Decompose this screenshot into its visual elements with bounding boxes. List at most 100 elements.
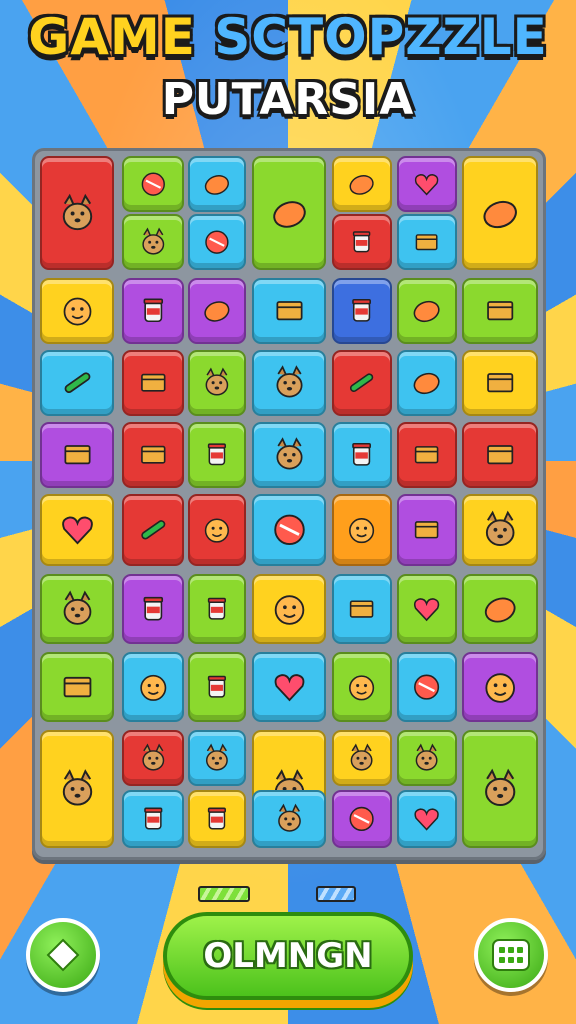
tile-cake-slice[interactable] bbox=[462, 278, 538, 344]
tile-pink-hair-girl[interactable] bbox=[252, 574, 326, 644]
tile-soda-can[interactable] bbox=[188, 422, 246, 488]
striped-ball-icon bbox=[141, 172, 165, 196]
bald-face-icon bbox=[485, 673, 515, 703]
tile-bread-loaf[interactable] bbox=[462, 574, 538, 644]
bread-loaf-icon bbox=[484, 597, 516, 623]
gift-box-icon bbox=[416, 233, 438, 250]
tile-gold-bird[interactable] bbox=[397, 730, 457, 786]
tile-fruit-pile[interactable] bbox=[252, 156, 326, 270]
tile-orange-ball[interactable] bbox=[332, 790, 392, 848]
tile-cheese-block[interactable] bbox=[252, 278, 326, 344]
tile-drink-cup[interactable] bbox=[332, 422, 392, 488]
tile-fox-character[interactable] bbox=[40, 156, 114, 270]
hint-button[interactable] bbox=[26, 918, 100, 992]
tile-green-face[interactable] bbox=[332, 652, 392, 722]
tile-cat-face[interactable] bbox=[252, 350, 326, 416]
black-wolf-icon bbox=[485, 510, 515, 547]
tile-green-stick[interactable] bbox=[40, 350, 114, 416]
red-check-icon bbox=[350, 373, 374, 393]
menu-button[interactable] bbox=[474, 918, 548, 992]
yellow-chick-icon bbox=[205, 367, 229, 396]
tile-pink-bird[interactable] bbox=[122, 730, 184, 786]
tile-green-marker[interactable] bbox=[122, 494, 184, 566]
tile-paint-can[interactable] bbox=[188, 790, 246, 848]
brown-dog-icon bbox=[63, 590, 91, 625]
tile-feather-warrior[interactable] bbox=[40, 730, 114, 848]
tile-orange-jar[interactable] bbox=[188, 652, 246, 722]
orange-vase-icon bbox=[414, 301, 440, 323]
tile-hat-person[interactable] bbox=[332, 494, 392, 566]
tile-orange-vase[interactable] bbox=[397, 278, 457, 344]
play-button[interactable]: OLMNGN bbox=[163, 912, 413, 1000]
tile-sun-face[interactable] bbox=[188, 494, 246, 566]
sandwich-icon bbox=[486, 373, 514, 393]
tile-tin-can[interactable] bbox=[188, 574, 246, 644]
tile-sandwich[interactable] bbox=[462, 350, 538, 416]
tile-bald-face[interactable] bbox=[462, 652, 538, 722]
tile-yellow-blob[interactable] bbox=[188, 156, 246, 212]
tile-striped-ball[interactable] bbox=[122, 156, 184, 212]
pink-bean-icon bbox=[414, 373, 440, 395]
tile-purple-cat[interactable] bbox=[252, 790, 326, 848]
tile-green-box[interactable] bbox=[462, 422, 538, 488]
tile-hotdog[interactable] bbox=[252, 422, 326, 488]
tile-brown-dog[interactable] bbox=[40, 574, 114, 644]
red-bow-icon bbox=[61, 516, 93, 545]
yellow-blob-icon bbox=[204, 174, 230, 195]
tile-gift-box[interactable] bbox=[397, 214, 457, 270]
gold-bird-icon bbox=[416, 743, 438, 771]
play-button-label: OLMNGN bbox=[203, 936, 373, 976]
fruit-pile-icon bbox=[272, 200, 306, 228]
tile-bucket[interactable] bbox=[122, 574, 184, 644]
tile-blue-snail[interactable] bbox=[188, 730, 246, 786]
tile-purple-note[interactable] bbox=[332, 574, 392, 644]
tile-target-pin[interactable] bbox=[252, 494, 326, 566]
heart-icon bbox=[415, 173, 439, 196]
tile-letter-stack[interactable] bbox=[40, 652, 114, 722]
tile-red-bow[interactable] bbox=[40, 494, 114, 566]
book-icon bbox=[140, 374, 166, 392]
tile-salad-bowl[interactable] bbox=[252, 652, 326, 722]
tile-rainbow-drop[interactable] bbox=[397, 790, 457, 848]
tile-orange-pet[interactable] bbox=[462, 730, 538, 848]
tile-lightbulb[interactable] bbox=[188, 278, 246, 344]
yellow-bear-icon bbox=[351, 743, 373, 771]
drink-cup-icon bbox=[352, 443, 372, 466]
tile-pink-cupcake[interactable] bbox=[122, 790, 184, 848]
tile-red-fan[interactable] bbox=[332, 156, 392, 212]
tile-layer-cake[interactable] bbox=[122, 422, 184, 488]
rainbow-drop-icon bbox=[414, 808, 440, 831]
tile-picture-frame[interactable] bbox=[397, 422, 457, 488]
feather-warrior-icon bbox=[62, 769, 92, 806]
tile-paint-bag[interactable] bbox=[397, 494, 457, 566]
tile-red-check[interactable] bbox=[332, 350, 392, 416]
tile-heart-lollipop[interactable] bbox=[397, 574, 457, 644]
tile-smiley[interactable] bbox=[40, 278, 114, 344]
tile-jam-jar[interactable] bbox=[122, 278, 184, 344]
tile-paper-cup[interactable] bbox=[332, 214, 392, 270]
arcade-machine-icon bbox=[483, 200, 517, 228]
salad-bowl-icon bbox=[274, 674, 304, 702]
letter-stack-icon bbox=[63, 676, 91, 698]
tile-green-apple[interactable] bbox=[188, 214, 246, 270]
tile-arcade-machine[interactable] bbox=[462, 156, 538, 270]
tile-orange-face[interactable] bbox=[122, 652, 184, 722]
tile-heart[interactable] bbox=[397, 156, 457, 212]
lightbulb-icon bbox=[204, 301, 230, 322]
tile-honey-jar[interactable] bbox=[332, 278, 392, 344]
tile-book[interactable] bbox=[122, 350, 184, 416]
game-title-line2: PUTARSIA bbox=[161, 74, 415, 125]
tile-colored-books[interactable] bbox=[40, 422, 114, 488]
tin-can-icon bbox=[207, 597, 227, 620]
tile-blue-bird[interactable] bbox=[122, 214, 184, 270]
colored-books-icon bbox=[63, 445, 91, 465]
orange-pet-icon bbox=[484, 768, 516, 807]
red-gear-icon bbox=[414, 674, 440, 700]
tile-black-wolf[interactable] bbox=[462, 494, 538, 566]
tile-pink-bean[interactable] bbox=[397, 350, 457, 416]
paint-can-icon bbox=[207, 807, 227, 830]
tile-yellow-chick[interactable] bbox=[188, 350, 246, 416]
blue-snail-icon bbox=[206, 743, 228, 771]
tile-yellow-bear[interactable] bbox=[332, 730, 392, 786]
tile-red-gear[interactable] bbox=[397, 652, 457, 722]
